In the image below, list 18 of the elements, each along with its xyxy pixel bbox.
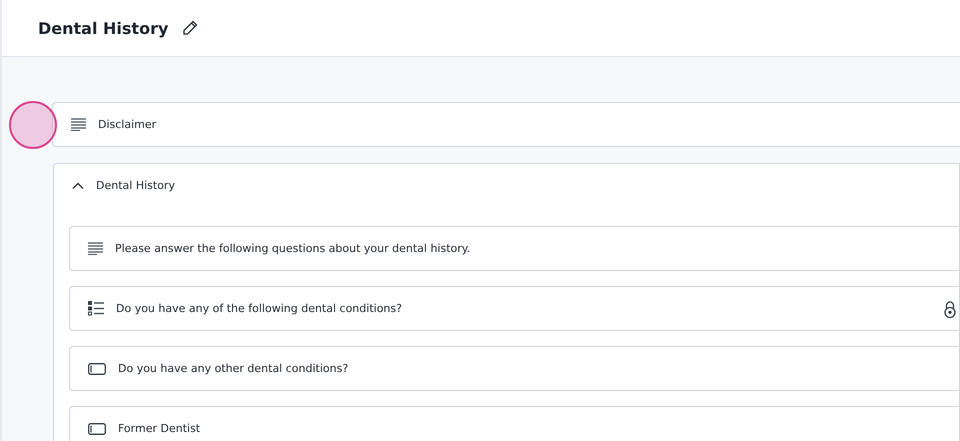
form-field-row[interactable]: Former Dentist [69, 406, 959, 441]
form-field-row[interactable]: Do you have any of the following dental conditions? [69, 286, 959, 331]
list-icon [88, 301, 104, 316]
field-label: Do you have any other dental conditions? [118, 362, 348, 375]
input-box-icon [88, 422, 106, 434]
field-label: Do you have any of the following dental conditions? [116, 302, 402, 315]
paragraph-icon [88, 242, 103, 255]
form-field-row[interactable]: Do you have any other dental conditions? [69, 346, 959, 391]
form-field-row[interactable]: Please answer the following questions about your dental history. [69, 226, 959, 271]
form-field-row[interactable]: Disclaimer [52, 102, 960, 147]
field-label: Please answer the following questions about your dental history. [115, 242, 470, 255]
page-title: Dental History [38, 18, 168, 38]
edit-pencil-icon[interactable] [182, 20, 198, 36]
section-header[interactable]: Dental History [69, 164, 959, 206]
field-label: Former Dentist [118, 422, 200, 435]
paragraph-icon [71, 118, 86, 131]
input-box-icon [88, 362, 106, 374]
field-label: Disclaimer [98, 118, 156, 131]
